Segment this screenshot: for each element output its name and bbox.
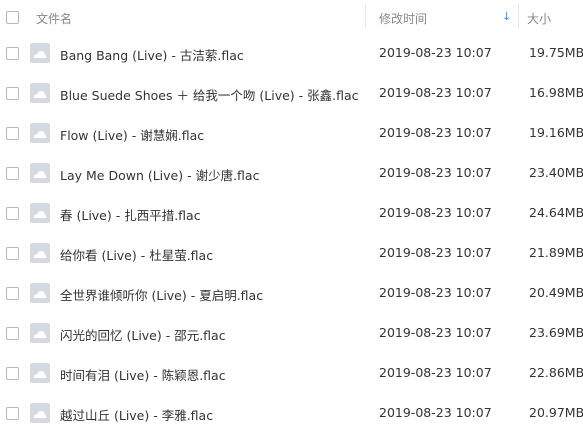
file-modified-time: 2019-08-23 10:07 bbox=[379, 205, 492, 220]
file-modified-time: 2019-08-23 10:07 bbox=[379, 245, 492, 260]
file-name[interactable]: 给你看 (Live) - 杜星萤.flac bbox=[60, 245, 213, 264]
audio-file-icon bbox=[30, 243, 50, 263]
column-header-name[interactable]: 文件名 bbox=[36, 10, 72, 27]
file-size: 22.86MB bbox=[529, 365, 583, 380]
file-modified-time: 2019-08-23 10:07 bbox=[379, 45, 492, 60]
file-size: 19.16MB bbox=[529, 125, 583, 140]
file-name[interactable]: 闪光的回忆 (Live) - 邵元.flac bbox=[60, 325, 226, 344]
file-name[interactable]: 春 (Live) - 扎西平措.flac bbox=[60, 205, 201, 224]
file-name[interactable]: Blue Suede Shoes ＋ 给我一个吻 (Live) - 张鑫.fla… bbox=[60, 85, 359, 104]
column-header-modified[interactable]: 修改时间 bbox=[379, 10, 427, 27]
select-all-checkbox[interactable] bbox=[6, 11, 19, 24]
row-checkbox[interactable] bbox=[6, 287, 19, 300]
file-modified-time: 2019-08-23 10:07 bbox=[379, 125, 492, 140]
file-name[interactable]: 时间有泪 (Live) - 陈颖恩.flac bbox=[60, 365, 226, 384]
column-divider[interactable] bbox=[365, 4, 366, 28]
file-row[interactable]: 给你看 (Live) - 杜星萤.flac 2019-08-23 10:07 21.… bbox=[0, 233, 583, 273]
file-modified-time: 2019-08-23 10:07 bbox=[379, 165, 492, 180]
column-header-size[interactable]: 大小 bbox=[527, 10, 551, 27]
row-checkbox[interactable] bbox=[6, 167, 19, 180]
file-modified-time: 2019-08-23 10:07 bbox=[379, 365, 492, 380]
row-checkbox[interactable] bbox=[6, 127, 19, 140]
file-size: 21.89MB bbox=[529, 245, 583, 260]
file-name[interactable]: Bang Bang (Live) - 古洁萦.flac bbox=[60, 45, 244, 64]
row-checkbox[interactable] bbox=[6, 327, 19, 340]
audio-file-icon bbox=[30, 83, 50, 103]
file-modified-time: 2019-08-23 10:07 bbox=[379, 405, 492, 420]
audio-file-icon bbox=[30, 163, 50, 183]
file-row[interactable]: 时间有泪 (Live) - 陈颖恩.flac 2019-08-23 10:07 22… bbox=[0, 353, 583, 393]
file-size: 24.64MB bbox=[529, 205, 583, 220]
file-size: 20.49MB bbox=[529, 285, 583, 300]
file-modified-time: 2019-08-23 10:07 bbox=[379, 85, 492, 100]
row-checkbox[interactable] bbox=[6, 407, 19, 420]
list-header: 文件名 修改时间 ↓ 大小 bbox=[0, 0, 583, 33]
file-row[interactable]: 春 (Live) - 扎西平措.flac 2019-08-23 10:07 24.6… bbox=[0, 193, 583, 233]
file-row[interactable]: 闪光的回忆 (Live) - 邵元.flac 2019-08-23 10:07 23… bbox=[0, 313, 583, 353]
file-size: 20.97MB bbox=[529, 405, 583, 420]
audio-file-icon bbox=[30, 403, 50, 423]
file-row[interactable]: 全世界谁倾听你 (Live) - 夏启明.flac 2019-08-23 10:0… bbox=[0, 273, 583, 313]
row-checkbox[interactable] bbox=[6, 247, 19, 260]
file-size: 16.98MB bbox=[529, 85, 583, 100]
audio-file-icon bbox=[30, 363, 50, 383]
file-list: 文件名 修改时间 ↓ 大小 Bang Bang (Live) - 古洁萦.fla… bbox=[0, 0, 583, 428]
file-row[interactable]: 越过山丘 (Live) - 李雅.flac 2019-08-23 10:07 20.… bbox=[0, 393, 583, 428]
file-size: 23.69MB bbox=[529, 325, 583, 340]
file-name[interactable]: 全世界谁倾听你 (Live) - 夏启明.flac bbox=[60, 285, 263, 304]
file-row[interactable]: Lay Me Down (Live) - 谢少唐.flac 2019-08-23 … bbox=[0, 153, 583, 193]
column-divider[interactable] bbox=[518, 4, 519, 28]
audio-file-icon bbox=[30, 43, 50, 63]
file-name[interactable]: 越过山丘 (Live) - 李雅.flac bbox=[60, 405, 213, 424]
audio-file-icon bbox=[30, 123, 50, 143]
file-modified-time: 2019-08-23 10:07 bbox=[379, 285, 492, 300]
file-name[interactable]: Lay Me Down (Live) - 谢少唐.flac bbox=[60, 165, 259, 184]
file-size: 23.40MB bbox=[529, 165, 583, 180]
file-size: 19.75MB bbox=[529, 45, 583, 60]
file-modified-time: 2019-08-23 10:07 bbox=[379, 325, 492, 340]
audio-file-icon bbox=[30, 203, 50, 223]
row-checkbox[interactable] bbox=[6, 87, 19, 100]
row-checkbox[interactable] bbox=[6, 367, 19, 380]
file-name[interactable]: Flow (Live) - 谢慧娴.flac bbox=[60, 125, 204, 144]
row-checkbox[interactable] bbox=[6, 207, 19, 220]
file-row[interactable]: Blue Suede Shoes ＋ 给我一个吻 (Live) - 张鑫.fla… bbox=[0, 73, 583, 113]
file-row[interactable]: Bang Bang (Live) - 古洁萦.flac 2019-08-23 10… bbox=[0, 33, 583, 73]
audio-file-icon bbox=[30, 323, 50, 343]
file-row[interactable]: Flow (Live) - 谢慧娴.flac 2019-08-23 10:07 19… bbox=[0, 113, 583, 153]
audio-file-icon bbox=[30, 283, 50, 303]
sort-arrow-down-icon[interactable]: ↓ bbox=[502, 11, 511, 22]
row-checkbox[interactable] bbox=[6, 47, 19, 60]
